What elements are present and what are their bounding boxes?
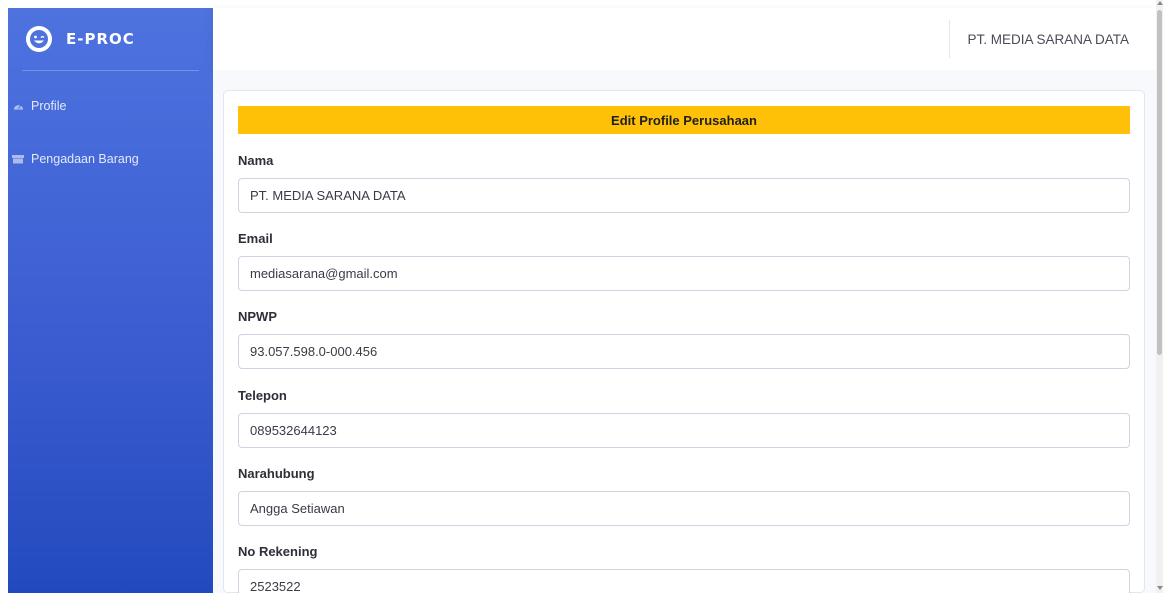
sidebar: E-PROC Profile Pengadaan Barang	[8, 8, 213, 593]
brand-title: E-PROC	[66, 30, 135, 48]
no-rekening-label: No Rekening	[238, 544, 318, 559]
box-icon	[12, 154, 24, 165]
sidebar-item-profile[interactable]: Profile	[8, 96, 66, 116]
npwp-input[interactable]	[238, 334, 1130, 369]
npwp-label: NPWP	[238, 309, 277, 324]
topbar-divider	[949, 20, 951, 58]
topbar: PT. MEDIA SARANA DATA	[213, 8, 1156, 70]
telepon-input[interactable]	[238, 413, 1130, 448]
scroll-down-arrow-icon[interactable]	[1157, 586, 1163, 590]
telepon-label: Telepon	[238, 388, 287, 403]
nama-label: Nama	[238, 153, 274, 168]
sidebar-item-label: Profile	[31, 99, 67, 113]
nama-input[interactable]	[238, 178, 1130, 213]
email-input[interactable]	[238, 256, 1130, 291]
sidebar-brand[interactable]: E-PROC	[8, 8, 213, 70]
narahubung-input[interactable]	[238, 491, 1130, 526]
scroll-up-arrow-icon[interactable]	[1157, 1, 1163, 5]
no-rekening-input[interactable]	[238, 569, 1130, 593]
sidebar-item-pengadaan-barang[interactable]: Pengadaan Barang	[8, 149, 139, 169]
sidebar-item-label: Pengadaan Barang	[31, 152, 139, 166]
narahubung-label: Narahubung	[238, 466, 315, 481]
laugh-wink-icon	[26, 26, 52, 52]
tachometer-icon	[12, 101, 24, 112]
sidebar-divider	[22, 70, 199, 71]
user-name[interactable]: PT. MEDIA SARANA DATA	[967, 32, 1129, 47]
email-label: Email	[238, 231, 273, 246]
scrollbar-thumb[interactable]	[1157, 10, 1162, 355]
card-header: Edit Profile Perusahaan	[238, 106, 1130, 134]
